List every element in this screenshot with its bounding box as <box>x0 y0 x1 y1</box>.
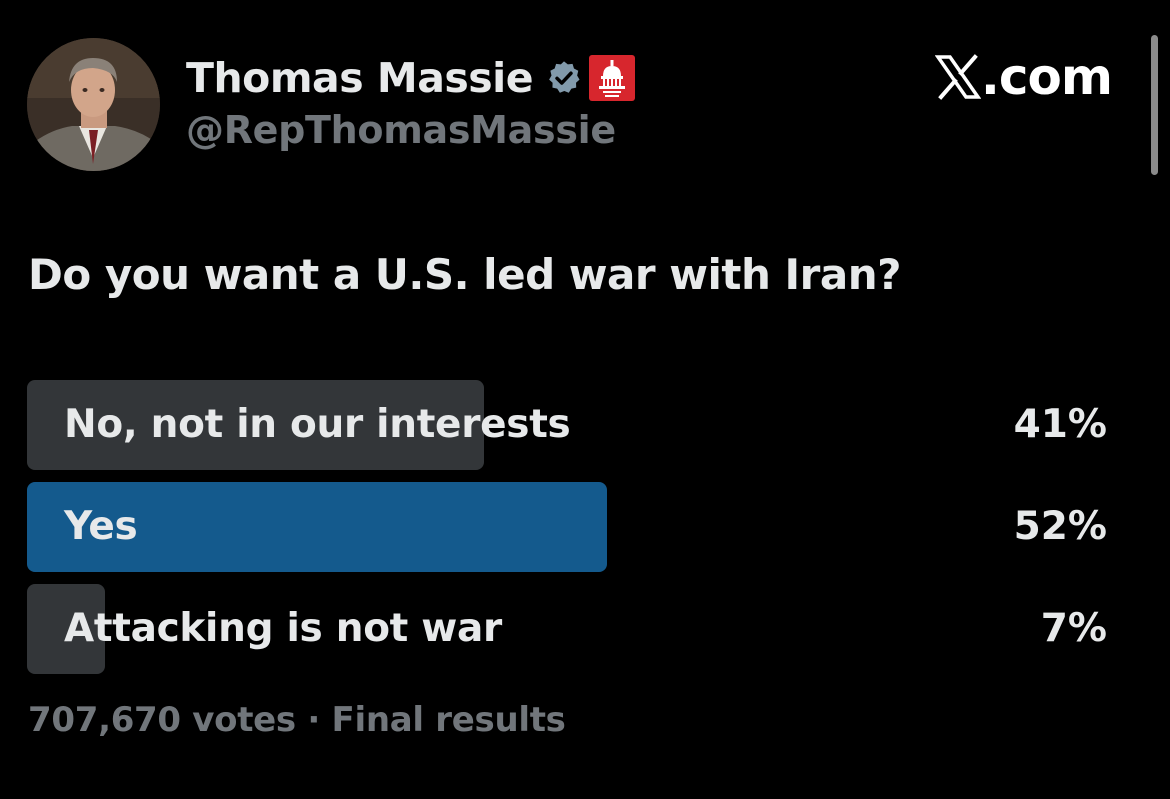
poll-option-percent: 52% <box>1013 504 1107 549</box>
brand-domain-suffix: .com <box>980 48 1113 106</box>
x-logo-icon <box>934 54 982 100</box>
poll-option-attacking[interactable]: Attacking is not war 7% <box>27 584 1107 674</box>
poll-option-label: Yes <box>64 504 138 549</box>
poll-option-percent: 41% <box>1013 402 1107 447</box>
poll-option-label: No, not in our interests <box>64 402 571 447</box>
scrollbar[interactable] <box>1151 35 1158 175</box>
poll-question: Do you want a U.S. led war with Iran? <box>28 250 901 299</box>
brand-watermark: .com <box>934 48 1113 106</box>
poll-option-yes[interactable]: Yes 52% <box>27 482 1107 572</box>
verified-badge-icon[interactable] <box>545 59 583 97</box>
poll-footer: 707,670 votes · Final results <box>28 700 566 740</box>
author-handle[interactable]: @RepThomasMassie <box>186 108 616 152</box>
portrait-avatar-image <box>27 38 160 171</box>
author-display-name[interactable]: Thomas Massie <box>186 54 534 102</box>
avatar[interactable] <box>27 38 160 171</box>
poll-option-percent: 7% <box>1040 606 1107 651</box>
author-name-row: Thomas Massie <box>186 52 636 104</box>
poll-option-label: Attacking is not war <box>64 606 502 651</box>
poll-option-no[interactable]: No, not in our interests 41% <box>27 380 1107 470</box>
house-gop-capitol-icon[interactable] <box>589 55 636 101</box>
